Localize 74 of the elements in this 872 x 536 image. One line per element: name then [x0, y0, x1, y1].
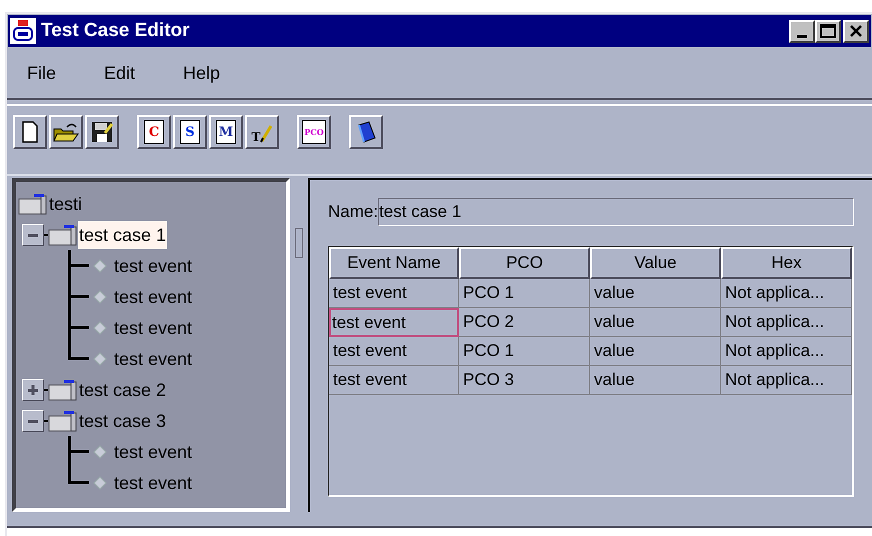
table-cell: test event: [329, 337, 459, 366]
table-cell: Not applica...: [721, 279, 852, 308]
table-cell: Not applica...: [721, 308, 852, 337]
new-document-button[interactable]: [13, 115, 47, 149]
collapse-toggle[interactable]: [22, 224, 44, 246]
table-cell: value: [590, 366, 721, 395]
diamond-icon: [93, 476, 107, 490]
lettered-document-icon: PCO: [302, 120, 326, 144]
tree-node-label[interactable]: test case 2: [78, 376, 168, 404]
menu-item[interactable]: Help: [183, 60, 220, 86]
document-button[interactable]: S: [173, 115, 207, 149]
table-cell: test event: [329, 308, 459, 337]
diamond-icon: [93, 320, 107, 334]
table-cell: Not applica...: [721, 366, 852, 395]
diamond-icon: [93, 444, 107, 458]
folder-icon: [48, 410, 78, 432]
table-cell: value: [590, 308, 721, 337]
folder-icon: [48, 224, 78, 246]
lettered-document-icon: S: [180, 120, 200, 144]
name-label: Name:: [328, 201, 378, 224]
table-cell: value: [590, 337, 721, 366]
minimize-icon: [797, 34, 807, 38]
document-icon: [22, 121, 38, 143]
app-icon: [10, 18, 36, 44]
lettered-document-icon: C: [144, 120, 164, 144]
tree-leaf-label[interactable]: test event: [113, 314, 194, 342]
splitter-handle[interactable]: [295, 228, 304, 258]
tree-node-label[interactable]: test case 1: [78, 220, 168, 248]
save-button[interactable]: [85, 115, 119, 149]
tree-node-label[interactable]: test case 3: [78, 406, 168, 434]
diamond-icon: [93, 290, 107, 304]
table-cell: Not applica...: [721, 337, 852, 366]
tree-leaf-label[interactable]: test event: [113, 468, 194, 496]
window-title: Test Case Editor: [41, 18, 191, 43]
maximize-button[interactable]: [815, 20, 841, 42]
column-header[interactable]: Hex: [721, 247, 852, 279]
book-button[interactable]: [349, 115, 383, 149]
tree-leaf-label[interactable]: test event: [113, 438, 194, 466]
book-icon: [356, 121, 376, 143]
table-cell: test event: [329, 366, 459, 395]
table-cell: PCO 1: [459, 279, 590, 308]
folder-icon: [18, 192, 48, 214]
tree-root-label[interactable]: testi: [48, 190, 84, 218]
tree-leaf-label[interactable]: test event: [113, 282, 194, 310]
folder-icon: [53, 121, 79, 143]
minimize-button[interactable]: [789, 20, 815, 42]
close-button[interactable]: [843, 20, 869, 42]
document-button[interactable]: M: [209, 115, 243, 149]
table-cell: PCO 2: [459, 308, 590, 337]
document-button[interactable]: C: [137, 115, 171, 149]
table-cell: value: [590, 279, 721, 308]
expand-toggle[interactable]: [22, 378, 44, 400]
folder-icon: [48, 378, 78, 400]
table-cell: PCO 3: [459, 366, 590, 395]
maximize-icon: [820, 24, 836, 38]
tree-leaf-label[interactable]: test event: [113, 252, 194, 280]
column-header[interactable]: Value: [590, 247, 721, 279]
close-icon: [849, 25, 863, 37]
tree-leaf-label[interactable]: test event: [113, 344, 194, 372]
document-button[interactable]: PCO: [297, 115, 331, 149]
open-button[interactable]: [49, 115, 83, 149]
table-cell: test event: [329, 279, 459, 308]
collapse-toggle[interactable]: [22, 410, 44, 432]
diamond-icon: [93, 352, 107, 366]
plus-icon: [27, 384, 39, 396]
table-cell: PCO 1: [459, 337, 590, 366]
column-header[interactable]: Event Name: [329, 247, 459, 279]
menu-item[interactable]: Edit: [104, 60, 136, 86]
text-edit-button[interactable]: T: [245, 115, 279, 149]
lettered-document-icon: M: [216, 120, 236, 144]
column-header[interactable]: PCO: [459, 247, 590, 279]
diamond-icon: [93, 258, 107, 272]
menu-item[interactable]: File: [27, 60, 56, 86]
name-field[interactable]: test case 1: [378, 198, 854, 226]
